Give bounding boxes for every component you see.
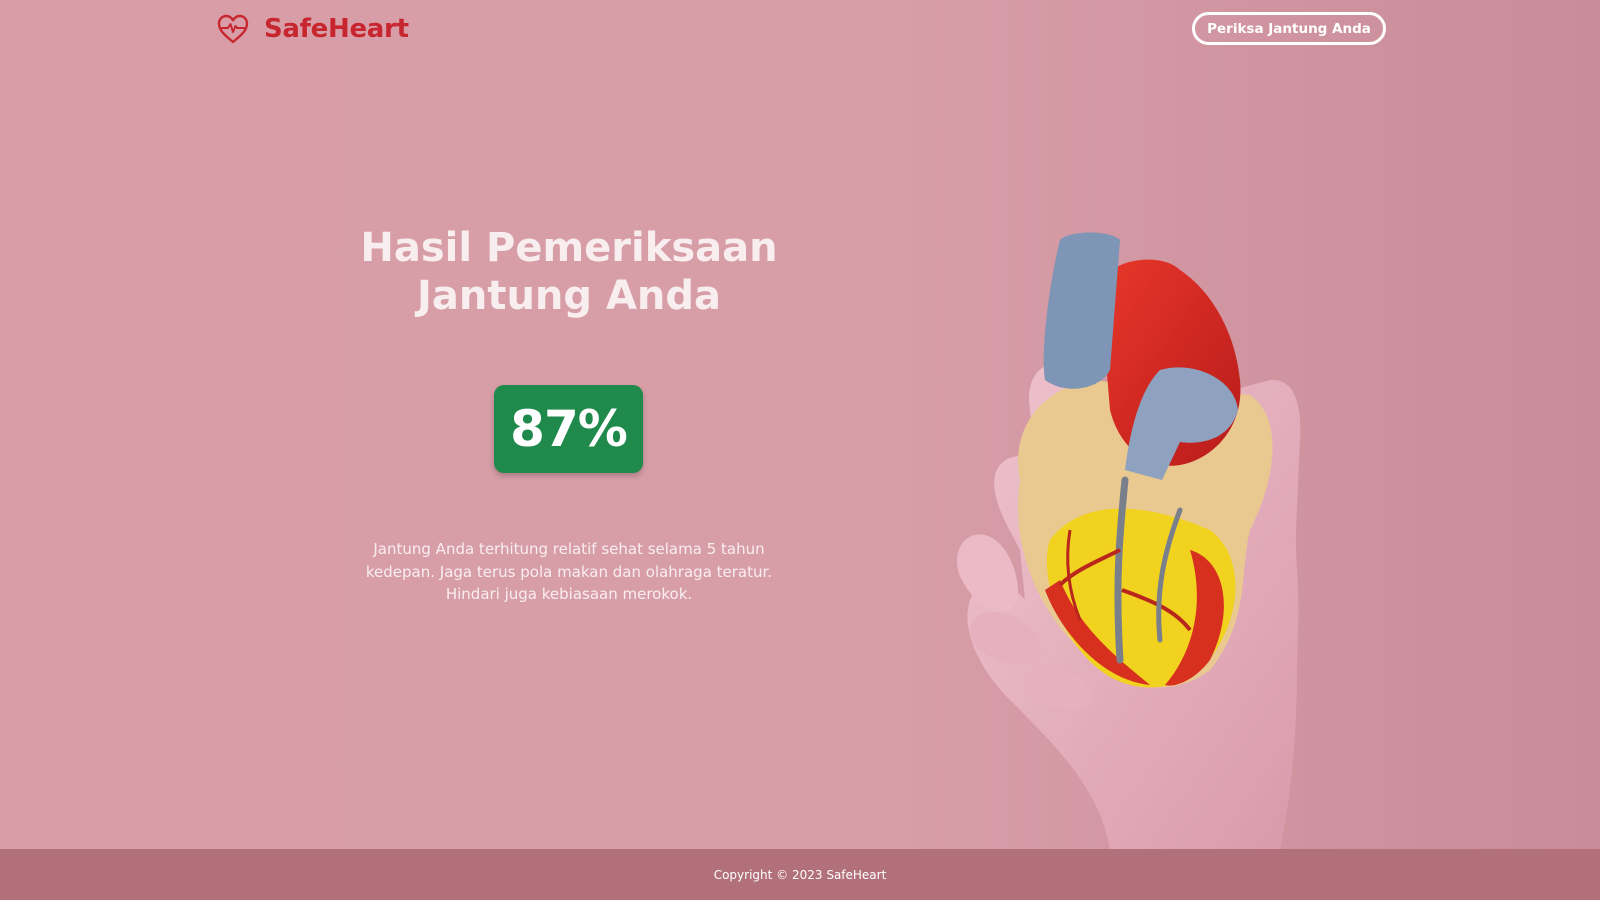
page-title: Hasil Pemeriksaan Jantung Anda	[339, 224, 799, 320]
page-background: SafeHeart Periksa Jantung Anda Hasil Pem…	[0, 0, 1600, 849]
score-badge: 87%	[494, 385, 643, 473]
copyright-text: Copyright © 2023 SafeHeart	[713, 867, 887, 882]
brand-name: SafeHeart	[264, 14, 409, 44]
title-line-1: Hasil Pemeriksaan	[360, 225, 778, 271]
heart-pulse-icon	[217, 14, 249, 44]
score-value: 87%	[510, 400, 628, 458]
brand-logo[interactable]: SafeHeart	[216, 12, 409, 46]
result-section: Hasil Pemeriksaan Jantung Anda 87% Jantu…	[339, 224, 799, 603]
site-header: SafeHeart Periksa Jantung Anda	[0, 0, 1600, 60]
title-line-2: Jantung Anda	[416, 273, 722, 319]
check-heart-button[interactable]: Periksa Jantung Anda	[1192, 12, 1386, 45]
site-footer: Copyright © 2023 SafeHeart	[0, 849, 1600, 900]
result-description: Jantung Anda terhitung relatif sehat sel…	[365, 540, 773, 603]
gloved-hand-holding-heart-model	[956, 232, 1301, 849]
